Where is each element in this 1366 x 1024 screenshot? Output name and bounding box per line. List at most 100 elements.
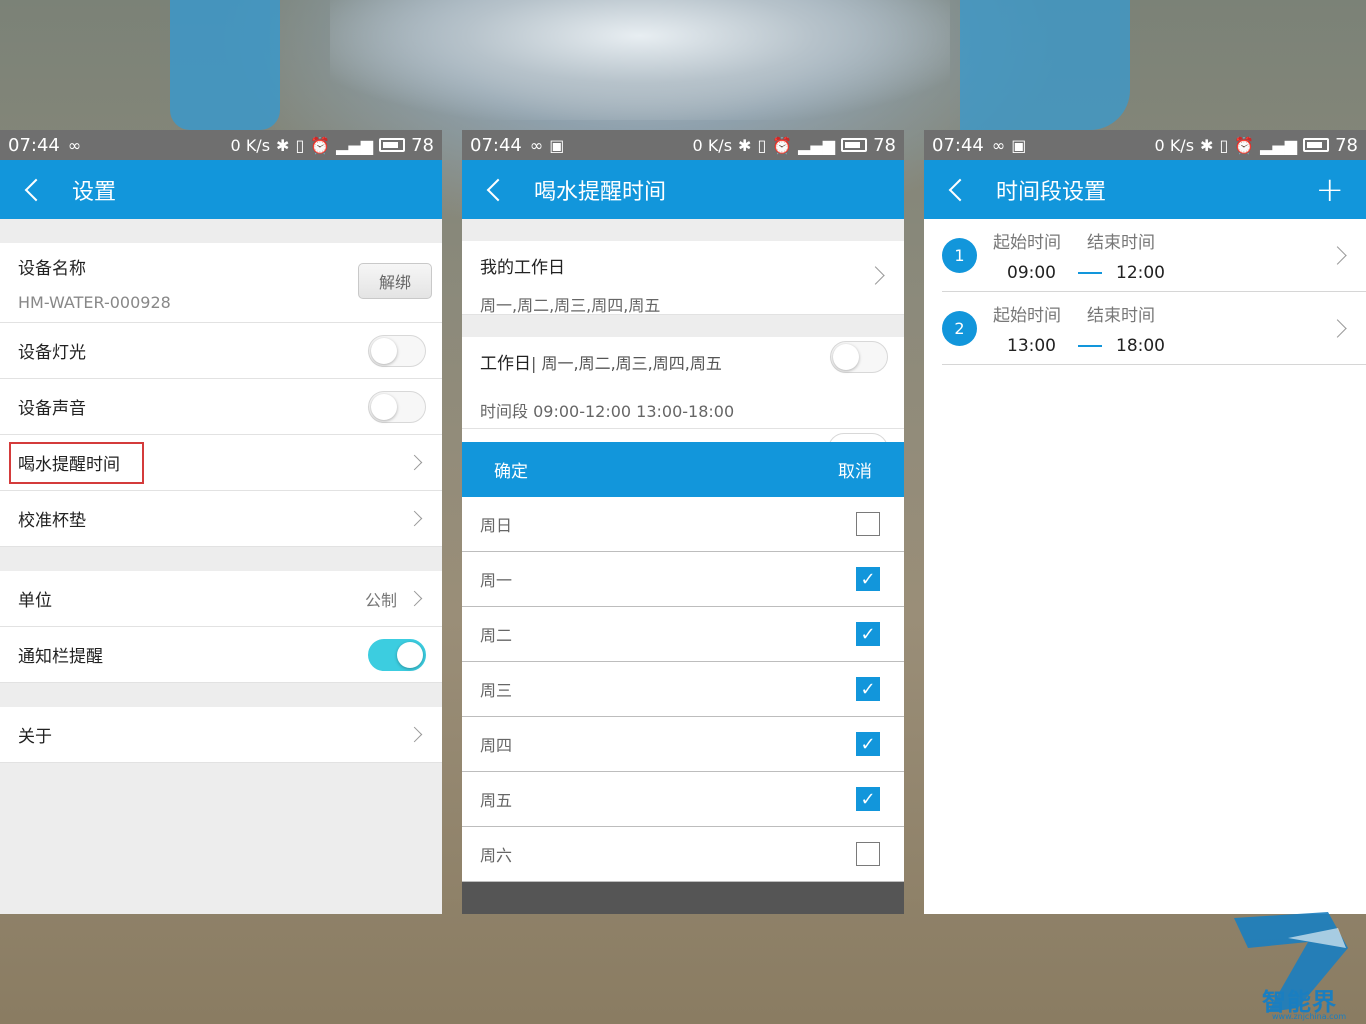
infinity-icon: ∞ (991, 135, 1006, 155)
app-bar: 设置 (0, 160, 442, 219)
battery-level: 78 (411, 134, 434, 156)
notify-label: 通知栏提醒 (18, 647, 103, 667)
day-label: 周六 (480, 846, 513, 865)
unit-value: 公制 (364, 590, 397, 610)
image-icon: ▣ (549, 135, 565, 155)
day-checkbox[interactable]: ✓ (856, 677, 880, 701)
workday-toggle[interactable] (830, 341, 888, 373)
status-time: 07:44 (470, 134, 522, 156)
page-title: 喝水提醒时间 (534, 179, 667, 205)
notify-row: 通知栏提醒 (0, 627, 442, 683)
chevron-right-icon (1328, 246, 1347, 265)
day-checkbox[interactable]: ✓ (856, 567, 880, 591)
day-label: 周二 (480, 626, 513, 645)
day-row-tuesday[interactable]: 周二 ✓ (462, 607, 904, 662)
confirm-button[interactable]: 确定 (494, 457, 528, 482)
status-time: 07:44 (932, 134, 984, 156)
back-icon[interactable] (486, 178, 510, 201)
net-speed: 0 K/s (692, 135, 733, 155)
phone-drink-reminder: 07:44 ∞ ▣ 0 K/s ✱ ▯ ⏰ ▂▄▆ 78 喝水提醒时间 我的工作… (462, 130, 904, 914)
my-workdays-row[interactable]: 我的工作日 周一,周二,周三,周四,周五 (462, 241, 904, 315)
partial-row (462, 429, 904, 467)
status-bar: 07:44 ∞ ▣ 0 K/s ✱ ▯ ⏰ ▂▄▆ 78 (924, 130, 1366, 160)
dim-overlay-bottom (462, 882, 904, 914)
dash-divider (1078, 271, 1102, 274)
device-name-row: 设备名称 HM-WATER-000928 解绑 (0, 243, 442, 323)
about-row[interactable]: 关于 (0, 707, 442, 763)
day-row-friday[interactable]: 周五 ✓ (462, 772, 904, 827)
device-sound-toggle[interactable] (368, 390, 426, 423)
day-checkbox[interactable]: ✓ (856, 622, 880, 646)
status-bar: 07:44 ∞ 0 K/s ✱ ▯ ⏰ ▂▄▆ 78 (0, 130, 442, 160)
timeslot-list: 1 起始时间 结束时间 09:00 12:00 2 起始时间 结束时间 13:00 18… (924, 219, 1366, 914)
highlight-box (9, 442, 144, 484)
infinity-icon: ∞ (67, 135, 82, 155)
slot-number: 1 (942, 237, 977, 273)
chevron-right-icon (406, 726, 423, 743)
device-light-toggle[interactable] (368, 334, 426, 367)
bluetooth-icon: ✱ (1200, 135, 1214, 155)
signal-icon: ▂▄▆ (798, 135, 836, 155)
dialog-header: 确定 取消 (462, 442, 904, 497)
slot-number: 2 (942, 310, 977, 346)
end-label: 结束时间 (1087, 232, 1155, 253)
day-label: 周日 (480, 516, 513, 535)
cancel-button[interactable]: 取消 (838, 457, 872, 482)
vibrate-icon: ▯ (1219, 135, 1229, 155)
net-speed: 0 K/s (230, 135, 271, 155)
back-icon[interactable] (24, 178, 48, 201)
day-label: 周五 (480, 791, 513, 810)
infinity-icon: ∞ (529, 135, 544, 155)
chevron-right-icon (406, 590, 423, 607)
day-checkbox[interactable]: ✓ (856, 787, 880, 811)
background-glass (330, 0, 950, 120)
day-row-thursday[interactable]: 周四 ✓ (462, 717, 904, 772)
section-gap (462, 219, 904, 241)
status-bar: 07:44 ∞ ▣ 0 K/s ✱ ▯ ⏰ ▂▄▆ 78 (462, 130, 904, 160)
add-icon[interactable]: + (1316, 173, 1345, 207)
day-row-saturday[interactable]: 周六 (462, 827, 904, 882)
end-time: 12:00 (1116, 262, 1165, 283)
device-name-value: HM-WATER-000928 (18, 292, 171, 312)
end-time: 18:00 (1116, 335, 1165, 356)
day-row-monday[interactable]: 周一 ✓ (462, 552, 904, 607)
calibrate-row[interactable]: 校准杯垫 (0, 491, 442, 547)
battery-level: 78 (1335, 134, 1358, 156)
device-light-row: 设备灯光 (0, 323, 442, 379)
alarm-icon: ⏰ (1234, 135, 1255, 155)
signal-icon: ▂▄▆ (336, 135, 374, 155)
section-gap (0, 547, 442, 571)
image-icon: ▣ (1011, 135, 1027, 155)
alarm-icon: ⏰ (772, 135, 793, 155)
background-blue-object-right (960, 0, 1130, 130)
battery-icon (1303, 138, 1330, 152)
unit-row[interactable]: 单位 公制 (0, 571, 442, 627)
unbind-button[interactable]: 解绑 (358, 263, 432, 299)
unit-label: 单位 (18, 591, 52, 611)
day-row-sunday[interactable]: 周日 (462, 497, 904, 552)
back-icon[interactable] (948, 178, 972, 201)
watermark-url: www.znjchina.com (1272, 1012, 1347, 1021)
phone-timeslot-settings: 07:44 ∞ ▣ 0 K/s ✱ ▯ ⏰ ▂▄▆ 78 时间段设置 + 1 起… (924, 130, 1366, 914)
bluetooth-icon: ✱ (738, 135, 752, 155)
timeslot-row[interactable]: 1 起始时间 结束时间 09:00 12:00 (942, 219, 1366, 292)
day-row-wednesday[interactable]: 周三 ✓ (462, 662, 904, 717)
day-label: 周四 (480, 736, 513, 755)
notify-toggle[interactable] (368, 638, 426, 671)
day-checkbox[interactable] (856, 512, 880, 536)
device-light-label: 设备灯光 (18, 343, 86, 363)
day-label: 周一 (480, 571, 513, 590)
background-blue-object-left (170, 0, 280, 130)
my-workdays-value: 周一,周二,周三,周四,周五 (480, 296, 661, 315)
battery-icon (841, 138, 868, 152)
calibrate-label: 校准杯垫 (18, 511, 86, 531)
day-checkbox[interactable] (856, 842, 880, 866)
day-checkbox[interactable]: ✓ (856, 732, 880, 756)
chevron-right-icon (406, 454, 423, 471)
drink-reminder-row[interactable]: 喝水提醒时间 (0, 435, 442, 491)
start-time: 13:00 (1007, 335, 1056, 356)
device-sound-row: 设备声音 (0, 379, 442, 435)
end-label: 结束时间 (1087, 305, 1155, 326)
chevron-right-icon (1328, 319, 1347, 338)
timeslot-row[interactable]: 2 起始时间 结束时间 13:00 18:00 (942, 292, 1366, 365)
